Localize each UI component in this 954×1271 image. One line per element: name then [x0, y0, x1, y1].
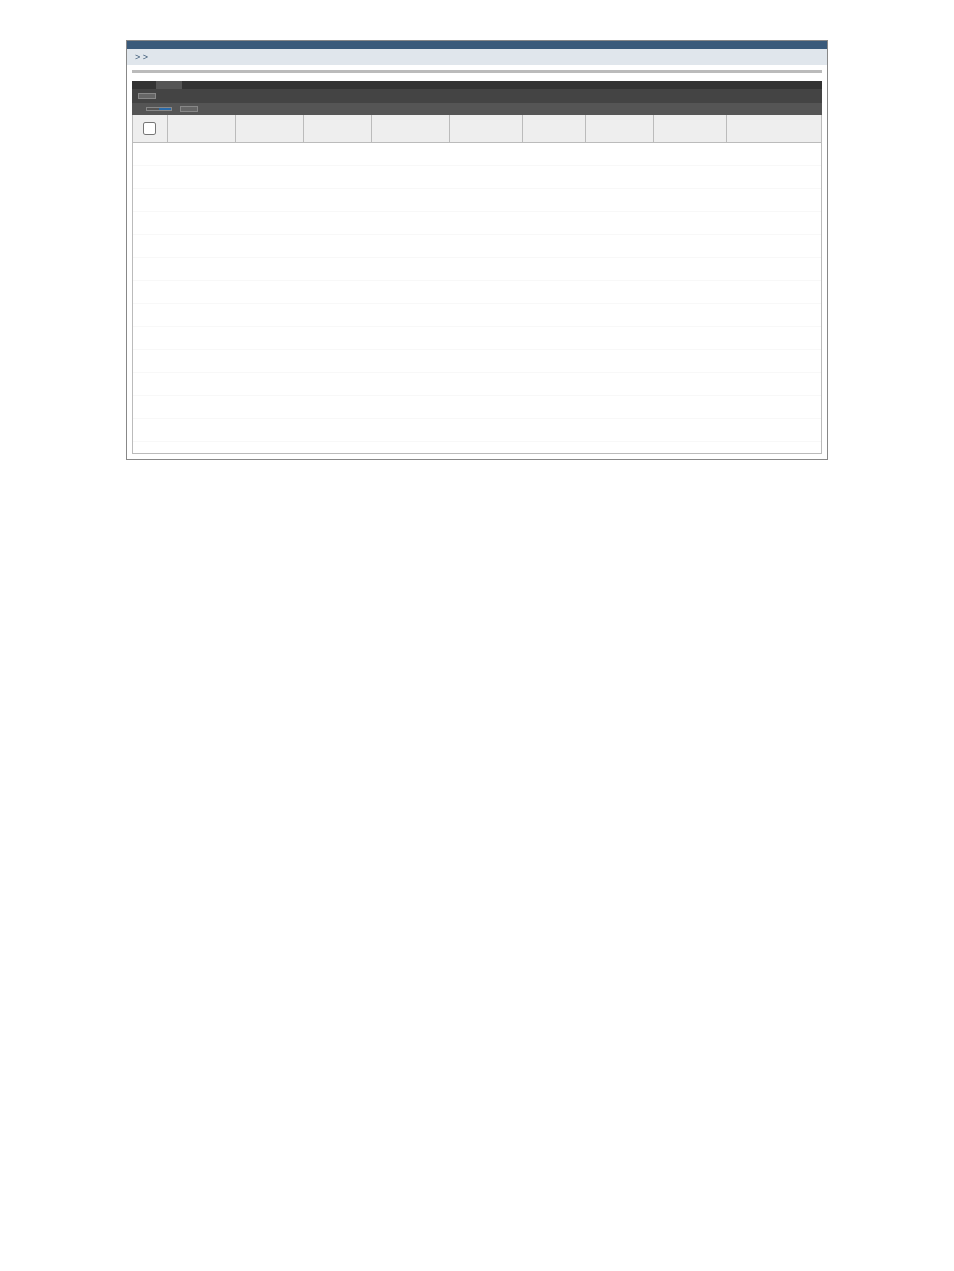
- col-clpr[interactable]: [654, 115, 727, 142]
- pool-info-wide: [132, 72, 822, 73]
- col-spacer: [727, 115, 821, 142]
- document-body: [90, 490, 864, 582]
- select-all-checkbox[interactable]: [133, 115, 168, 142]
- filter-bar: [132, 103, 822, 115]
- window-titlebar: [127, 41, 827, 49]
- col-num-paths[interactable]: [586, 115, 654, 142]
- table-header-row: [133, 115, 821, 143]
- col-ldev-name[interactable]: [236, 115, 304, 142]
- breadcrumb: > >: [127, 49, 827, 65]
- col-emulation[interactable]: [372, 115, 450, 142]
- col-used-capacity[interactable]: [450, 115, 523, 142]
- tab-primary-volumes[interactable]: [157, 81, 182, 89]
- page-footer: [90, 568, 864, 582]
- tab-pool-volumes[interactable]: [132, 81, 157, 89]
- table-body-empty: [133, 143, 821, 453]
- filter-toggle[interactable]: [146, 107, 172, 111]
- table-toolbar: [132, 89, 822, 103]
- tab-bar: [132, 81, 822, 89]
- col-ldev-id[interactable]: [168, 115, 236, 142]
- col-pool-usage[interactable]: [523, 115, 586, 142]
- pool-window-screenshot: > >: [126, 40, 828, 460]
- select-all-pages-button[interactable]: [180, 106, 198, 112]
- export-button[interactable]: [138, 93, 156, 99]
- volumes-table: [132, 115, 822, 454]
- col-status[interactable]: [304, 115, 372, 142]
